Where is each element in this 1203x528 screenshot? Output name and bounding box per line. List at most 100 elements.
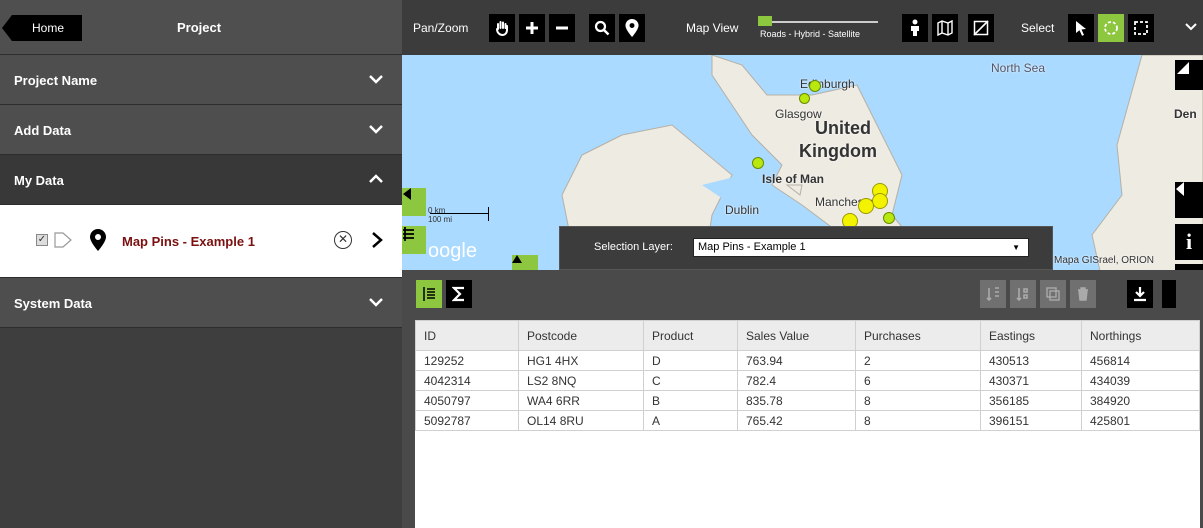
column-header[interactable]: Sales Value (737, 320, 856, 351)
map-label: North Sea (991, 61, 1046, 75)
fullscreen-corner-icon[interactable] (1175, 60, 1203, 90)
map-pin[interactable] (883, 212, 895, 224)
column-header[interactable]: Northings (1081, 320, 1200, 351)
table-cell: 763.94 (737, 350, 856, 371)
table-cell: 430513 (980, 350, 1082, 371)
data-toolbar (402, 270, 1203, 320)
cursor-icon[interactable] (1068, 14, 1094, 42)
map-label: Dublin (725, 203, 760, 217)
layer-visibility-checkbox[interactable]: ✓ (36, 234, 48, 246)
zoom-out-icon[interactable] (549, 14, 575, 42)
selection-layer-select[interactable]: Map Pins - Example 1 ▼ (693, 238, 1029, 257)
map-view-slider[interactable]: Roads - Hybrid - Satellite (758, 15, 882, 41)
slider-track (758, 21, 878, 23)
tag-icon[interactable] (54, 232, 72, 248)
column-header[interactable]: Product (643, 320, 738, 351)
download-icon[interactable] (1127, 280, 1153, 308)
table-cell: 384920 (1081, 390, 1200, 411)
table-cell: 765.42 (737, 410, 856, 431)
section-system-data[interactable]: System Data (0, 278, 402, 328)
expand-icon[interactable] (1162, 280, 1176, 308)
page-title: Project (177, 20, 222, 35)
slider-knob[interactable] (758, 16, 772, 26)
map-off-icon[interactable] (968, 14, 994, 42)
filter-icon (403, 227, 414, 241)
map-label: United (815, 118, 871, 138)
table-cell: HG1 4HX (518, 350, 644, 371)
table-cell: 6 (855, 370, 981, 391)
chevron-right-icon[interactable] (370, 231, 384, 249)
collapse-sidebar-button[interactable] (402, 188, 426, 216)
arrow-left-icon (403, 188, 411, 200)
map-pin[interactable] (799, 93, 810, 104)
circle-select-icon[interactable] (1098, 14, 1124, 42)
table-cell: 835.78 (737, 390, 856, 411)
data-table: ID Postcode Product Sales Value Purchase… (415, 320, 1200, 431)
layers-toggle-button[interactable] (402, 226, 426, 254)
rect-select-icon[interactable] (1128, 14, 1154, 42)
arrow-up-icon (512, 255, 522, 263)
table-cell: A (643, 410, 738, 431)
column-header[interactable]: Postcode (518, 320, 644, 351)
remove-layer-icon[interactable]: ✕ (334, 231, 352, 249)
section-my-data[interactable]: My Data (0, 155, 402, 205)
table-cell: 456814 (1081, 350, 1200, 371)
search-icon[interactable] (589, 14, 615, 42)
table-cell: D (643, 350, 738, 371)
chevron-down-icon[interactable] (1185, 22, 1197, 32)
chevron-down-icon (369, 75, 383, 84)
info-icon[interactable]: i (1175, 224, 1203, 260)
zoom-in-icon[interactable] (519, 14, 545, 42)
column-header[interactable]: ID (415, 320, 519, 351)
copy-icon[interactable] (1040, 280, 1066, 308)
section-label: Add Data (14, 123, 72, 138)
hand-icon[interactable] (489, 14, 515, 42)
map-fold-icon[interactable] (932, 14, 958, 42)
table-cell: 396151 (980, 410, 1082, 431)
table-row[interactable]: 5092787 OL14 8RU A 765.42 8 396151 42580… (415, 410, 1200, 431)
column-header[interactable]: Purchases (855, 320, 981, 351)
table-row[interactable]: 129252 HG1 4HX D 763.94 2 430513 456814 (415, 350, 1200, 371)
map-label: Kingdom (799, 141, 877, 161)
sort-asc-icon[interactable] (980, 280, 1006, 308)
table-cell: LS2 8NQ (518, 370, 644, 391)
map-pin[interactable] (752, 157, 764, 169)
table-cell: 4050797 (415, 390, 519, 411)
trash-icon[interactable] (1070, 280, 1096, 308)
section-project-name[interactable]: Project Name (0, 55, 402, 105)
layer-item[interactable]: ✓ Map Pins - Example 1 ✕ (0, 205, 402, 278)
table-cell: 129252 (415, 350, 519, 371)
scale-mi: 100 mi (428, 215, 453, 224)
table-cell: 2 (855, 350, 981, 371)
map-pin-icon (90, 229, 106, 251)
sum-icon[interactable] (446, 280, 472, 308)
home-button[interactable]: Home (2, 15, 82, 41)
sidebar: Home Project Project Name Add Data My Da… (0, 0, 402, 528)
collapse-right-panel-button[interactable] (1175, 182, 1203, 218)
table-cell: 782.4 (737, 370, 856, 391)
map-pin[interactable] (872, 193, 888, 209)
table-cell: 356185 (980, 390, 1082, 411)
section-label: System Data (14, 296, 93, 311)
section-add-data[interactable]: Add Data (0, 105, 402, 155)
section-label: Project Name (14, 73, 98, 88)
map-label: Den (1174, 107, 1197, 121)
street-view-icon[interactable] (902, 14, 928, 42)
table-row[interactable]: 4050797 WA4 6RR B 835.78 8 356185 384920 (415, 390, 1200, 411)
map-view-options: Roads - Hybrid - Satellite (760, 29, 861, 39)
map-pin[interactable] (858, 198, 874, 214)
table-view-icon[interactable] (416, 280, 442, 308)
column-header[interactable]: Eastings (980, 320, 1082, 351)
sort-desc-icon[interactable] (1010, 280, 1036, 308)
table-header-row: ID Postcode Product Sales Value Purchase… (415, 320, 1200, 351)
select-label: Select (1021, 21, 1055, 35)
map-pin[interactable] (809, 80, 821, 92)
chevron-down-icon (369, 298, 383, 307)
table-cell: 8 (855, 410, 981, 431)
pin-icon[interactable] (619, 14, 645, 42)
selection-layer-label: Selection Layer: (594, 241, 673, 253)
selection-layer-value: Map Pins - Example 1 (698, 241, 806, 253)
table-row[interactable]: 4042314 LS2 8NQ C 782.4 6 430371 434039 (415, 370, 1200, 391)
table-cell: C (643, 370, 738, 391)
data-table-container: ID Postcode Product Sales Value Purchase… (415, 320, 1200, 528)
